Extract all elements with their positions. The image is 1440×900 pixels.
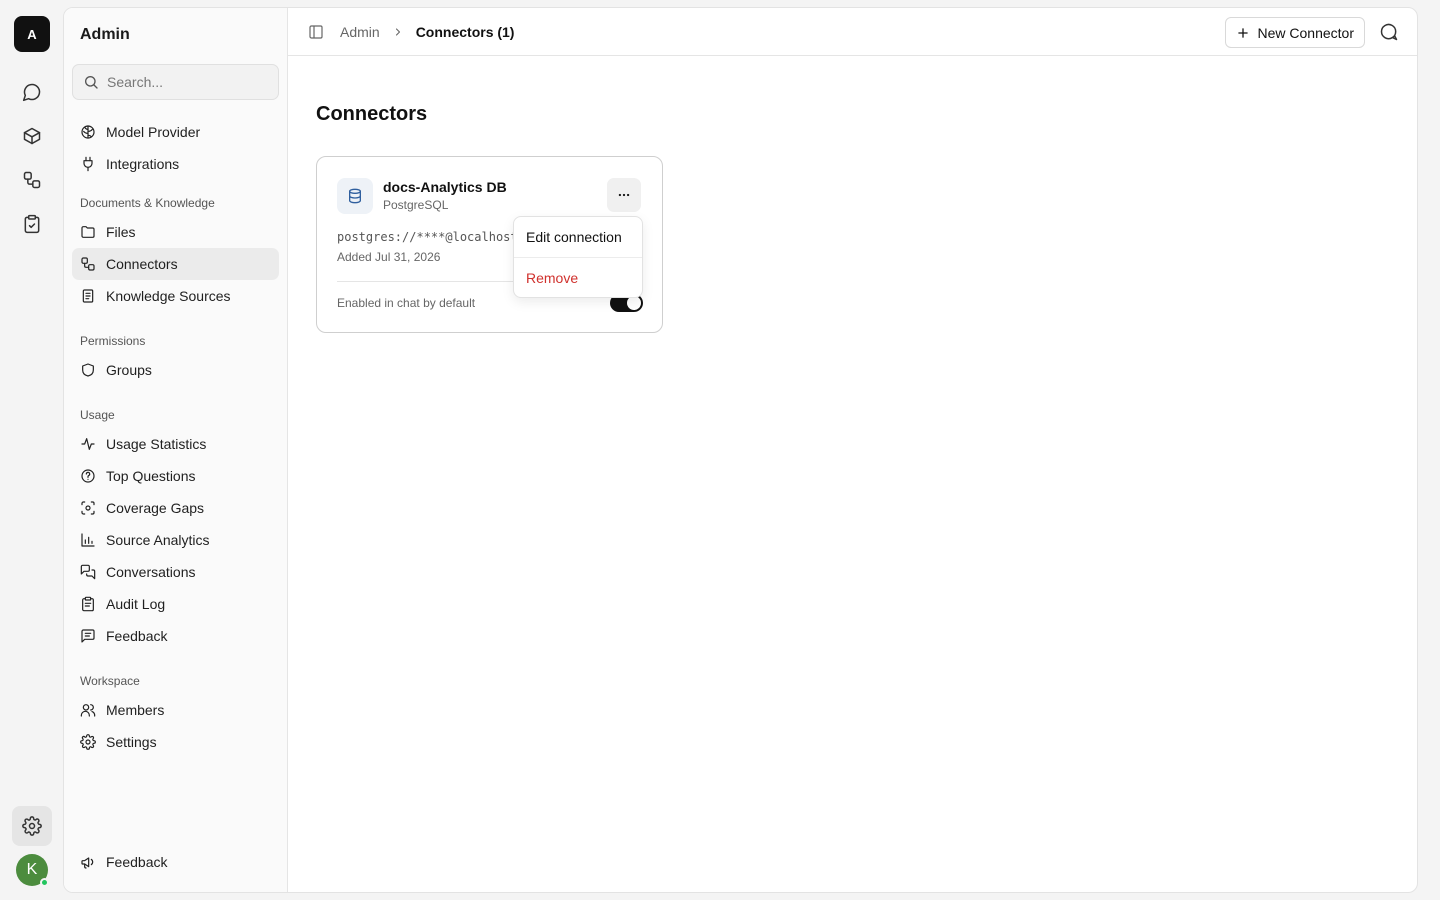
- section-label-workspace: Workspace: [80, 674, 140, 688]
- page-title: Connectors: [316, 103, 428, 125]
- tasks-nav-button[interactable]: [14, 206, 50, 242]
- messages-icon: [80, 564, 96, 580]
- users-icon: [80, 704, 96, 717]
- admin-sidebar: Admin Model Provider Integrations Docume…: [64, 8, 288, 892]
- chat-nav-button[interactable]: [14, 74, 50, 110]
- search-icon: [85, 76, 98, 89]
- connector-options-menu: Edit connection Remove: [513, 216, 643, 298]
- sidebar-item-knowledge-sources[interactable]: Knowledge Sources: [72, 280, 279, 312]
- chat-bubble-icon: [22, 83, 41, 102]
- main-content: Connectors docs-Analytics DB PostgreSQL …: [288, 56, 1417, 892]
- sidebar-item-settings[interactable]: Settings: [72, 726, 279, 758]
- sidebar-item-groups[interactable]: Groups: [72, 354, 279, 386]
- database-icon: [337, 178, 373, 214]
- sidebar-search[interactable]: [72, 64, 279, 100]
- remove-menu-item[interactable]: Remove: [514, 258, 642, 298]
- connector-name: docs-Analytics DB: [383, 179, 507, 195]
- clipboard-check-icon: [24, 214, 40, 234]
- chat-bubble-icon[interactable]: [1379, 22, 1399, 42]
- breadcrumb-root[interactable]: Admin: [340, 24, 380, 40]
- online-status-dot: [40, 878, 49, 887]
- more-options-button[interactable]: [607, 178, 641, 212]
- megaphone-icon: [81, 857, 94, 869]
- new-connector-button[interactable]: New Connector: [1224, 17, 1365, 48]
- sidebar-item-label: Files: [106, 224, 136, 240]
- brain-icon: [81, 125, 95, 139]
- enabled-label: Enabled in chat by default: [337, 296, 476, 310]
- sidebar-footer: Feedback: [72, 846, 279, 878]
- sidebar-item-label: Connectors: [106, 256, 178, 272]
- sidebar-item-label: Settings: [106, 734, 157, 750]
- sidebar-item-label: Top Questions: [106, 468, 196, 484]
- section-label-permissions: Permissions: [80, 334, 146, 348]
- message-lines-icon: [81, 629, 95, 643]
- more-horizontal-icon: [618, 193, 630, 197]
- added-date: Added Jul 31, 2026: [337, 250, 441, 264]
- sidebar-item-label: Members: [106, 702, 165, 718]
- workspace-logo[interactable]: A: [14, 16, 50, 52]
- sidebar-item-label: Feedback: [106, 628, 168, 644]
- sidebar-item-model-provider[interactable]: Model Provider: [72, 116, 279, 148]
- main-frame: Admin Model Provider Integrations Docume…: [63, 7, 1418, 893]
- sidebar-item-usage-statistics[interactable]: Usage Statistics: [72, 428, 279, 460]
- sidebar-item-label: Audit Log: [106, 596, 166, 612]
- sidebar-item-label: Conversations: [106, 564, 196, 580]
- breadcrumb-current: Connectors (1): [415, 23, 515, 40]
- scan-icon: [81, 501, 95, 515]
- question-icon: [81, 469, 95, 483]
- bar-chart-icon: [81, 533, 95, 547]
- box-nav-button[interactable]: [14, 118, 50, 154]
- box-icon: [23, 127, 41, 145]
- workflow-nav-button[interactable]: [14, 162, 50, 198]
- section-label-documents: Documents & Knowledge: [80, 196, 215, 210]
- sidebar-item-label: Integrations: [106, 156, 180, 172]
- sidebar-item-conversations[interactable]: Conversations: [72, 556, 279, 588]
- connection-string: postgres://****@localhost: [337, 230, 517, 244]
- sidebar-item-integrations[interactable]: Integrations: [72, 148, 279, 180]
- sidebar-item-audit-log[interactable]: Audit Log: [72, 588, 279, 620]
- avatar-letter: K: [26, 861, 38, 878]
- sidebar-item-coverage-gaps[interactable]: Coverage Gaps: [72, 492, 279, 524]
- app-rail: A K: [0, 0, 64, 900]
- search-input[interactable]: [107, 74, 267, 90]
- chevron-right-icon: [395, 27, 400, 36]
- sidebar-item-label: Knowledge Sources: [106, 288, 231, 304]
- section-label-usage: Usage: [80, 408, 115, 422]
- sidebar-item-label: Model Provider: [106, 124, 201, 140]
- sidebar-item-top-questions[interactable]: Top Questions: [72, 460, 279, 492]
- clipboard-icon: [82, 596, 94, 612]
- sidebar-item-label: Feedback: [106, 854, 168, 870]
- plus-icon: [1237, 27, 1248, 38]
- sidebar-title: Admin: [80, 26, 130, 43]
- sidebar-item-label: Groups: [106, 362, 152, 378]
- sidebar-nav: Model Provider Integrations Documents & …: [72, 116, 279, 758]
- book-icon: [82, 289, 94, 303]
- connector-icon: [81, 257, 95, 271]
- sidebar-item-members[interactable]: Members: [72, 694, 279, 726]
- shield-icon: [82, 363, 94, 377]
- sidebar-toggle-icon[interactable]: [308, 24, 324, 40]
- sidebar-item-files[interactable]: Files: [72, 216, 279, 248]
- sidebar-item-source-analytics[interactable]: Source Analytics: [72, 524, 279, 556]
- sidebar-item-feedback-footer[interactable]: Feedback: [72, 846, 279, 878]
- activity-icon: [81, 438, 95, 450]
- sidebar-item-connectors[interactable]: Connectors: [72, 248, 279, 280]
- connector-type: PostgreSQL: [383, 198, 449, 212]
- plug-icon: [83, 156, 93, 172]
- page-header: Admin Connectors (1) New Connector: [288, 8, 1417, 56]
- gear-icon: [22, 816, 42, 836]
- workflow-icon: [23, 171, 41, 189]
- edit-connection-menu-item[interactable]: Edit connection: [514, 217, 642, 257]
- sidebar-item-feedback[interactable]: Feedback: [72, 620, 279, 652]
- toggle-knob: [627, 296, 641, 310]
- gear-icon: [80, 734, 96, 750]
- new-connector-label: New Connector: [1257, 24, 1355, 41]
- sidebar-item-label: Source Analytics: [106, 532, 210, 548]
- sidebar-item-label: Coverage Gaps: [106, 500, 205, 516]
- user-avatar[interactable]: K: [16, 854, 49, 887]
- folder-icon: [81, 226, 95, 238]
- admin-settings-button[interactable]: [12, 806, 52, 846]
- sidebar-item-label: Usage Statistics: [106, 436, 207, 452]
